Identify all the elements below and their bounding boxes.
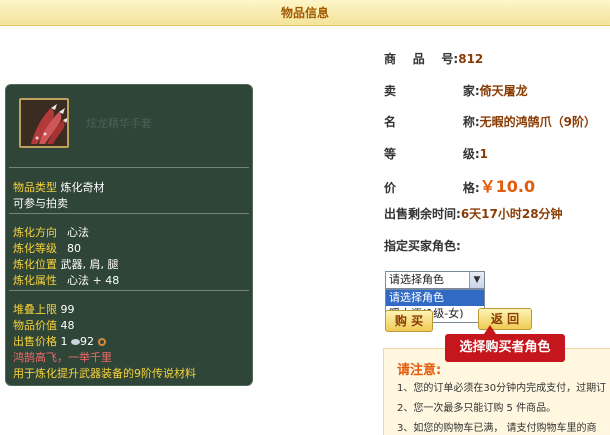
page-header: 物品信息 — [0, 0, 610, 26]
sell-price-row: 出售价格 1 92 — [13, 333, 106, 349]
item-name: 炫龙精华手套 — [86, 117, 152, 130]
item-type-row: 物品类型 炼化奇材 — [13, 181, 105, 194]
silver-coin-icon — [71, 339, 80, 345]
refine-position-row: 炼化位置 武器, 肩, 腿 — [13, 258, 119, 271]
page-title: 物品信息 — [280, 6, 329, 20]
refine-level-row: 炼化等级 80 — [13, 242, 81, 255]
item-description: 用于炼化提升武器装备的9阶传说材料 — [13, 367, 196, 380]
divider — [9, 213, 249, 214]
divider — [9, 290, 249, 291]
notice-line: 2、您一次最多只能订购 5 件商品。 — [397, 403, 557, 414]
callout-pointer — [484, 325, 496, 334]
chevron-down-icon[interactable]: ▼ — [469, 272, 484, 288]
stack-limit-row: 堆叠上限 99 — [13, 303, 75, 316]
option-choose-role[interactable]: 请选择角色 — [386, 290, 484, 306]
divider — [9, 167, 249, 168]
info-name: 名 称:无暇的鸿鹄爪（9阶） — [384, 115, 597, 129]
info-remaining-time: 出售剩余时间:6天17小时28分钟 — [384, 207, 563, 221]
buyer-role-select[interactable]: 请选择角色 ▼ — [385, 271, 485, 289]
info-price: 价 格:￥10.0 — [384, 177, 536, 196]
refine-attr-row: 炼化属性 心法 + 48 — [13, 274, 120, 287]
info-buyer-role-label: 指定买家角色: — [384, 239, 461, 253]
item-quote: 鸿鹄高飞，一举千里 — [13, 351, 112, 364]
notice-line: 1、您的订单必须在30分钟内完成支付，过期订 — [397, 383, 607, 394]
notice-title: 请注意: — [397, 363, 442, 378]
info-level: 等 级:1 — [384, 147, 489, 161]
item-value-row: 物品价值 48 — [13, 319, 75, 332]
select-buyer-callout: 选择购买者角色 — [445, 334, 565, 362]
notice-line: 3、如您的购物车已满， 请支付购物车里的商 — [397, 423, 597, 434]
refine-direction-row: 炼化方向 心法 — [13, 226, 89, 239]
item-tooltip-card: 炫龙精华手套 物品类型 炼化奇材 可参与拍卖 炼化方向 心法 炼化等级 80 炼化位… — [5, 84, 253, 386]
copper-coin-icon — [97, 338, 106, 346]
info-product-id: 商 品 号:812 — [384, 52, 484, 66]
buy-button[interactable]: 购 买 — [385, 310, 433, 332]
item-icon — [19, 98, 69, 148]
auction-row: 可参与拍卖 — [13, 197, 68, 210]
info-seller: 卖 家:倚天屠龙 — [384, 84, 528, 98]
